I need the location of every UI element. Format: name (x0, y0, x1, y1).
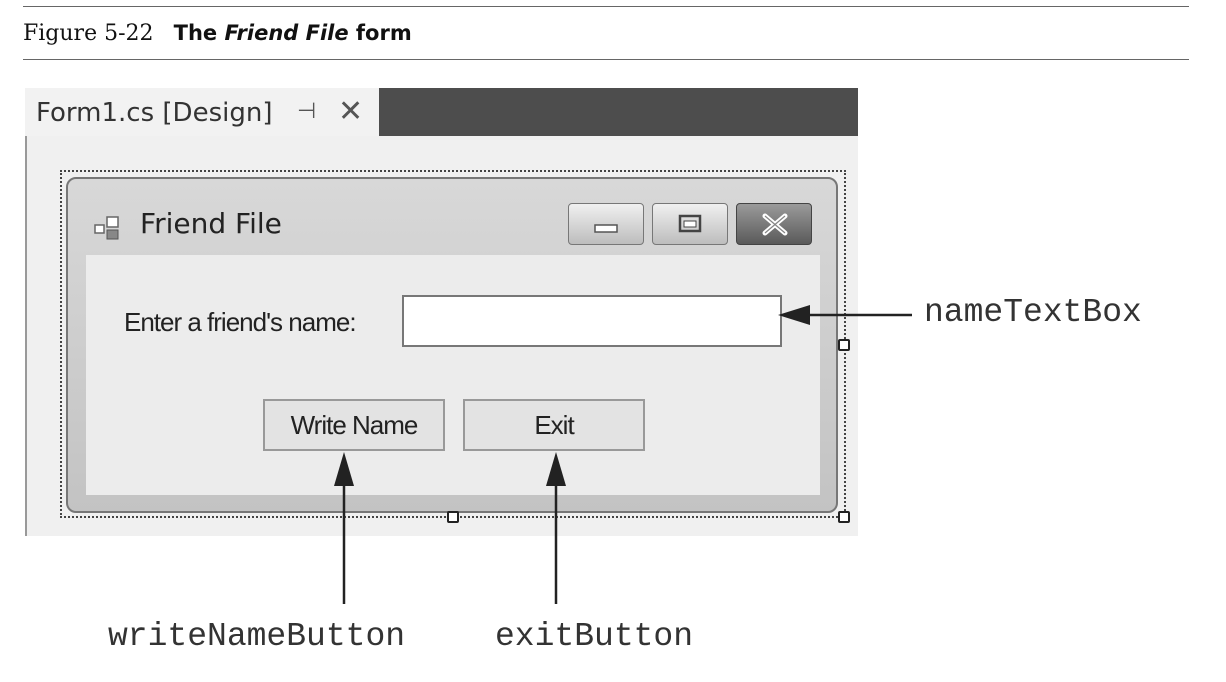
callout-exit-button: exitButton (495, 618, 694, 655)
arrow-to-exit-button (546, 452, 566, 604)
arrow-to-write-name-button (334, 452, 354, 604)
arrow-to-name-text-box (778, 305, 912, 325)
annotation-arrows (334, 305, 912, 604)
callout-name-text-box: nameTextBox (924, 294, 1142, 331)
callout-write-name-button: writeNameButton (108, 618, 406, 655)
